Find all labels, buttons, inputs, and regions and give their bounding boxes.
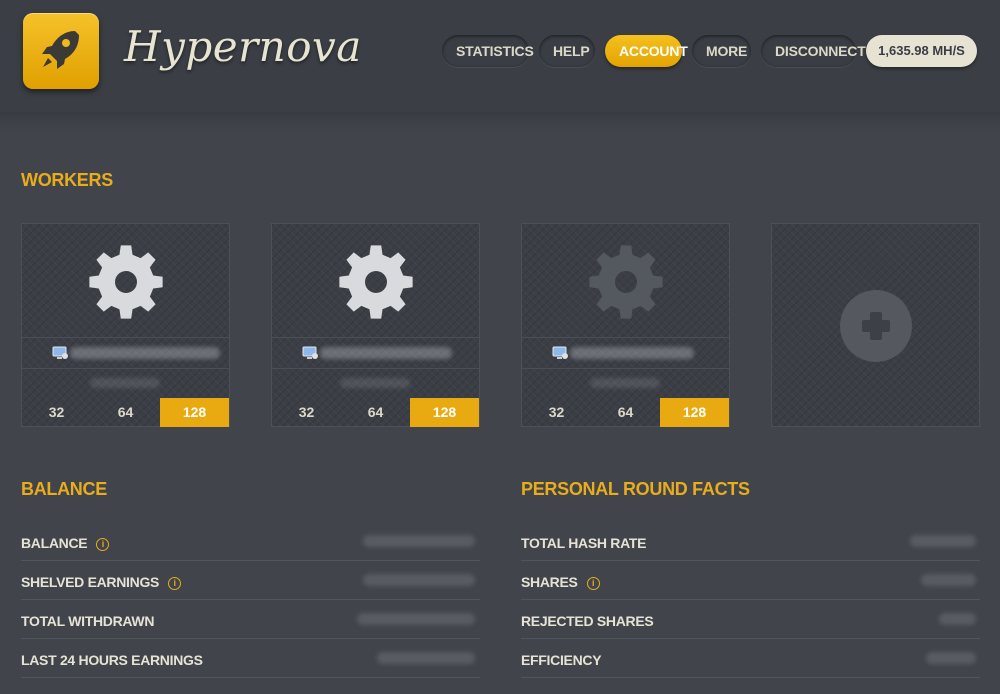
header-wave-edge	[0, 100, 1000, 140]
worker-name-blurred	[70, 347, 220, 359]
intensity-option[interactable]: 32	[522, 398, 591, 427]
balance-title: BALANCE	[21, 479, 107, 499]
computer-icon	[302, 346, 318, 359]
round-facts-row: EFFICIENCY	[521, 640, 980, 678]
round-facts-row: TOTAL HASH RATE	[521, 523, 980, 561]
balance-row: LAST 24 HOURS EARNINGS	[21, 640, 480, 678]
nav-help-button[interactable]: HELP	[539, 35, 595, 67]
round-facts-row: REJECTED SHARES	[521, 601, 980, 639]
intensity-option[interactable]: 64	[91, 398, 160, 427]
stat-value-blurred	[363, 535, 475, 547]
stat-label: TOTAL WITHDRAWN	[21, 613, 155, 629]
worker-card: 32 64 128	[21, 223, 230, 427]
stat-value-blurred	[939, 613, 976, 625]
logo[interactable]	[23, 13, 99, 89]
balance-row: BALANCE i	[21, 523, 480, 561]
intensity-selector: 32 64 128	[522, 398, 729, 427]
worker-speed-blurred	[340, 378, 410, 388]
stat-value-blurred	[377, 652, 475, 664]
intensity-option[interactable]: 64	[341, 398, 410, 427]
intensity-selector: 32 64 128	[272, 398, 479, 427]
hashrate-badge: 1,635.98 MH/S	[866, 35, 977, 67]
round-facts-row: SHARES i	[521, 562, 980, 600]
worker-name-row	[272, 337, 479, 369]
add-worker-card[interactable]	[771, 223, 980, 427]
stat-label-wrap: SHARES i	[521, 574, 600, 590]
round-facts-title: PERSONAL ROUND FACTS	[521, 479, 750, 499]
intensity-option-selected[interactable]: 128	[660, 398, 729, 427]
intensity-option-selected[interactable]: 128	[410, 398, 479, 427]
nav-disconnect-button[interactable]: DISCONNECT	[761, 35, 866, 67]
worker-speed-blurred	[90, 378, 160, 388]
worker-card: 32 64 128	[521, 223, 730, 427]
worker-speed-row	[522, 369, 729, 397]
stat-value-blurred	[357, 613, 475, 625]
stat-label: SHELVED EARNINGS	[21, 574, 160, 590]
info-icon[interactable]: i	[586, 577, 600, 590]
stat-label-wrap: BALANCE i	[21, 535, 110, 551]
intensity-selector: 32 64 128	[22, 398, 229, 427]
intensity-option[interactable]: 32	[22, 398, 91, 427]
nav-statistics-button[interactable]: STATISTICS	[442, 35, 534, 67]
stat-value-blurred	[921, 574, 976, 586]
stat-label: REJECTED SHARES	[521, 613, 654, 629]
stat-label-wrap: SHELVED EARNINGS i	[21, 574, 182, 590]
nav-more-button[interactable]: MORE	[692, 35, 751, 67]
stat-value-blurred	[363, 574, 475, 586]
worker-name-row	[22, 337, 229, 369]
stat-label: SHARES	[521, 574, 578, 590]
balance-row: TOTAL WITHDRAWN	[21, 601, 480, 639]
info-icon[interactable]: i	[96, 538, 110, 551]
balance-row: SHELVED EARNINGS i	[21, 562, 480, 600]
brand-name[interactable]: Hypernova	[124, 22, 362, 71]
workers-title: WORKERS	[21, 170, 113, 190]
stat-value-blurred	[910, 535, 976, 547]
stat-label: LAST 24 HOURS EARNINGS	[21, 652, 203, 668]
gear-icon[interactable]	[338, 244, 414, 320]
worker-speed-row	[22, 369, 229, 397]
nav-account-button[interactable]: ACCOUNT	[605, 35, 688, 67]
plus-icon[interactable]	[840, 290, 912, 362]
rocket-icon	[42, 31, 79, 69]
gear-icon[interactable]	[588, 244, 664, 320]
intensity-option[interactable]: 64	[591, 398, 660, 427]
intensity-option-selected[interactable]: 128	[160, 398, 229, 427]
computer-icon	[52, 346, 68, 359]
stat-label: BALANCE	[21, 535, 88, 551]
worker-name-blurred	[570, 347, 694, 359]
stat-label: TOTAL HASH RATE	[521, 535, 647, 551]
worker-name-blurred	[320, 347, 452, 359]
stat-label: EFFICIENCY	[521, 652, 602, 668]
worker-card: 32 64 128	[271, 223, 480, 427]
intensity-option[interactable]: 32	[272, 398, 341, 427]
computer-icon	[552, 346, 568, 359]
info-icon[interactable]: i	[168, 577, 182, 590]
worker-speed-row	[272, 369, 479, 397]
worker-name-row	[522, 337, 729, 369]
gear-icon[interactable]	[88, 244, 164, 320]
stat-value-blurred	[926, 652, 976, 664]
worker-speed-blurred	[590, 378, 660, 388]
